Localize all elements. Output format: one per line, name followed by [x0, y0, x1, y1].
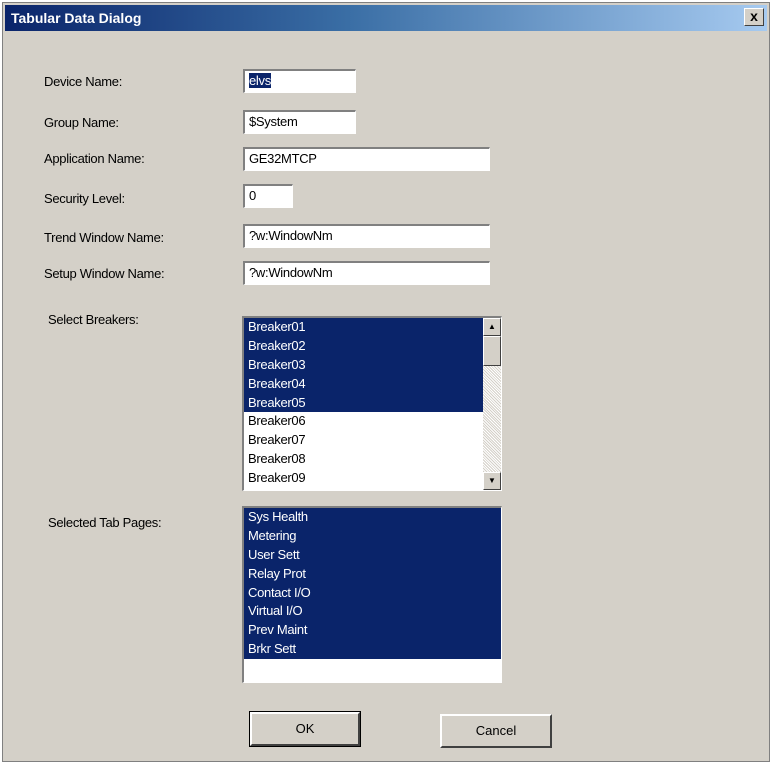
breakers-scrollbar[interactable]: ▲ ▼: [483, 318, 501, 490]
tabular-data-dialog: Tabular Data Dialog x Device Name: elvs …: [2, 2, 770, 762]
cancel-button[interactable]: Cancel: [440, 714, 552, 748]
group-name-value: $System: [249, 114, 298, 129]
list-item[interactable]: Contact I/O: [244, 583, 501, 603]
application-name-value: GE32MTCP: [249, 151, 317, 166]
application-name-input[interactable]: GE32MTCP: [243, 147, 490, 171]
list-item[interactable]: Breaker01: [244, 318, 483, 337]
list-item[interactable]: Breaker04: [244, 374, 483, 394]
security-level-value: 0: [249, 188, 256, 203]
device-name-label: Device Name:: [44, 74, 123, 89]
list-item[interactable]: Sys Health: [244, 508, 501, 527]
setup-window-name-value: ?w:WindowNm: [249, 265, 333, 280]
tab-pages-list: Sys Health Metering User Sett Relay Prot Con…: [244, 508, 501, 660]
group-name-label: Group Name:: [44, 115, 119, 130]
tab-pages-listbox[interactable]: Sys Health Metering User Sett Relay Prot Con…: [242, 506, 502, 683]
list-item[interactable]: Breaker02: [244, 336, 483, 356]
close-button[interactable]: x: [744, 8, 764, 26]
device-name-input[interactable]: elvs: [243, 69, 356, 93]
application-name-label: Application Name:: [44, 151, 145, 166]
trend-window-name-value: ?w:WindowNm: [249, 228, 333, 243]
breakers-listbox[interactable]: Breaker01 Breaker02 Breaker03 Breaker04 Brea…: [242, 316, 502, 491]
list-item[interactable]: Breaker08: [244, 450, 483, 469]
list-item[interactable]: Metering: [244, 526, 501, 546]
scroll-thumb[interactable]: [483, 336, 501, 366]
list-item[interactable]: Virtual I/O: [244, 602, 501, 622]
trend-window-name-input[interactable]: ?w:WindowNm: [243, 224, 490, 248]
setup-window-name-label: Setup Window Name:: [44, 266, 165, 281]
list-item[interactable]: Relay Prot: [244, 564, 501, 584]
list-item[interactable]: User Sett: [244, 545, 501, 565]
list-item[interactable]: Breaker07: [244, 431, 483, 450]
setup-window-name-input[interactable]: ?w:WindowNm: [243, 261, 490, 285]
scroll-down-button[interactable]: ▼: [483, 472, 501, 490]
title-bar[interactable]: Tabular Data Dialog x: [5, 5, 767, 31]
group-name-input[interactable]: $System: [243, 110, 356, 134]
close-icon: x: [750, 8, 758, 24]
device-name-value: elvs: [249, 73, 271, 88]
list-item[interactable]: Brkr Sett: [244, 640, 501, 660]
ok-button[interactable]: OK: [249, 711, 361, 747]
select-breakers-label: Select Breakers:: [48, 312, 139, 327]
breakers-list: Breaker01 Breaker02 Breaker03 Breaker04 Brea…: [244, 318, 483, 488]
scroll-up-button[interactable]: ▲: [483, 318, 501, 336]
chevron-down-icon: ▼: [488, 476, 496, 485]
selected-tab-pages-label: Selected Tab Pages:: [48, 515, 162, 530]
list-item[interactable]: Prev Maint: [244, 621, 501, 641]
chevron-up-icon: ▲: [488, 322, 496, 331]
trend-window-name-label: Trend Window Name:: [44, 230, 164, 245]
list-item[interactable]: Breaker06: [244, 412, 483, 431]
security-level-input[interactable]: 0: [243, 184, 293, 208]
security-level-label: Security Level:: [44, 191, 125, 206]
list-item[interactable]: Breaker03: [244, 355, 483, 375]
list-item[interactable]: Breaker09: [244, 469, 483, 488]
dialog-title: Tabular Data Dialog: [11, 10, 142, 26]
list-item[interactable]: Breaker05: [244, 393, 483, 413]
